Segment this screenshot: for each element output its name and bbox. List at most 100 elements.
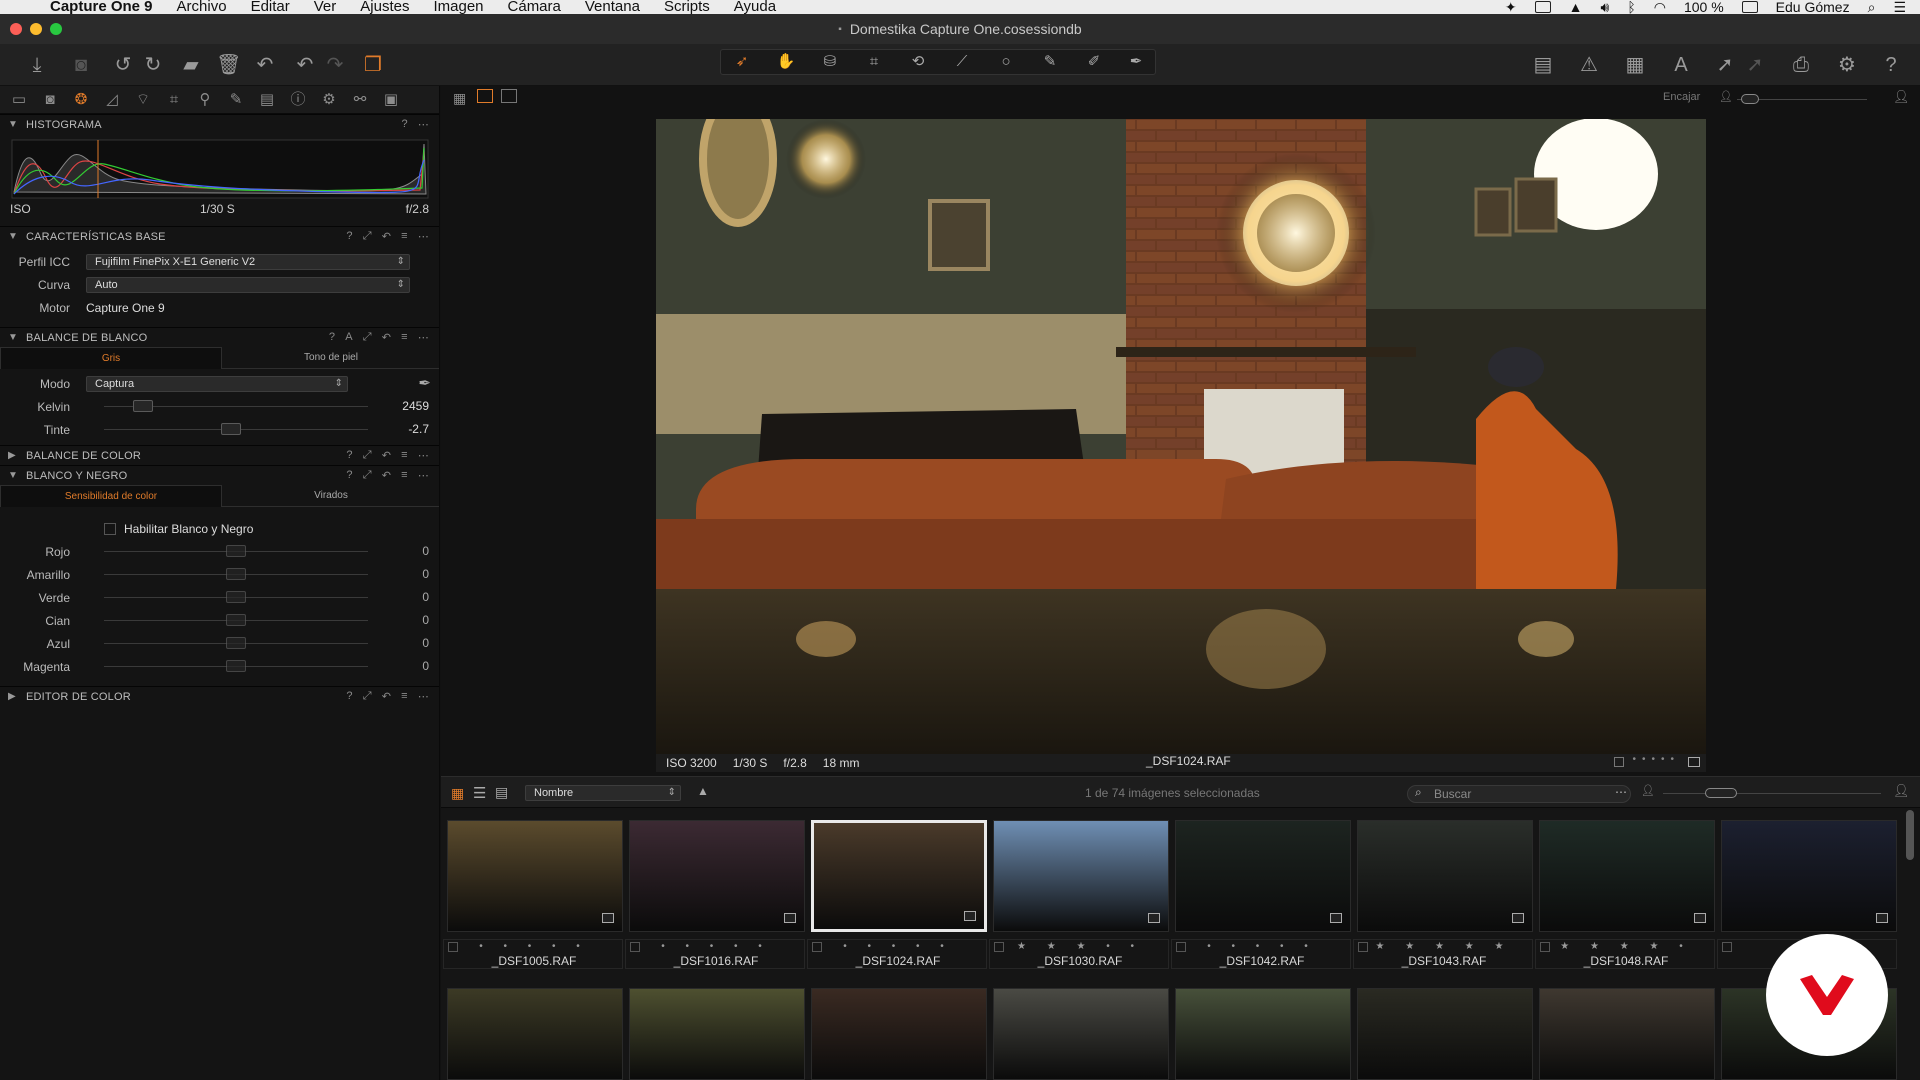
color-tab-icon[interactable]: ❂ xyxy=(72,91,90,109)
capture-tab-icon[interactable]: ◙ xyxy=(41,91,59,109)
help-icon[interactable]: ? xyxy=(346,690,352,703)
menu-editar[interactable]: Editar xyxy=(251,0,290,14)
thumbnail-image[interactable] xyxy=(1539,820,1715,932)
select-tool-icon[interactable]: ➶ xyxy=(731,53,753,71)
section-color-balance[interactable]: ▶ BALANCE DE COLOR ? ⤢ ↶ ≡ ⋯ xyxy=(0,445,439,465)
help-icon[interactable]: ? xyxy=(1880,54,1902,76)
menu-app[interactable]: Capture One 9 xyxy=(50,0,153,14)
grid-view-icon[interactable]: ▦ xyxy=(453,90,466,107)
tab-color-sensitivity[interactable]: Sensibilidad de color xyxy=(0,485,222,507)
zoom-tool-icon[interactable]: ⛁ xyxy=(819,53,841,71)
library-tab-icon[interactable]: ▭ xyxy=(10,91,28,109)
search-options-icon[interactable]: ⋯ xyxy=(1615,785,1627,799)
menu-ajustes[interactable]: Ajustes xyxy=(360,0,409,14)
auto-icon[interactable]: ⤢ xyxy=(363,230,372,243)
lens-tab-icon[interactable]: ⌔ xyxy=(134,91,152,109)
thumbnail-image[interactable] xyxy=(811,988,987,1080)
proof-view-icon[interactable] xyxy=(501,89,517,103)
menu-camara[interactable]: Cámara xyxy=(508,0,561,14)
thumbnail-rating[interactable]: • • • • • xyxy=(808,941,988,952)
search-input[interactable]: Buscar xyxy=(1407,785,1631,803)
bw-slider-handle[interactable] xyxy=(226,614,246,626)
thumbnail-image[interactable] xyxy=(629,988,805,1080)
kelvin-slider-handle[interactable] xyxy=(133,400,153,412)
grid-icon[interactable]: ▦ xyxy=(1624,54,1646,76)
bw-slider[interactable] xyxy=(104,614,368,626)
thumbnail-image[interactable] xyxy=(629,820,805,932)
settings-gear-icon[interactable]: ⚙ xyxy=(1836,54,1858,76)
spot-removal-icon[interactable]: ○ xyxy=(995,53,1017,71)
section-black-white[interactable]: ▼ BLANCO Y NEGRO ? ⤢ ↶ ≡ ⋯ xyxy=(0,465,439,485)
thumbnail-rating[interactable]: ★ ★ ★ • • xyxy=(990,941,1170,952)
bw-slider[interactable] xyxy=(104,568,368,580)
enable-bw-label[interactable]: Habilitar Blanco y Negro xyxy=(124,522,253,536)
quick-tab-icon[interactable]: ▣ xyxy=(382,91,400,109)
thumbnail-image[interactable] xyxy=(1721,820,1897,932)
zoom-window-button[interactable] xyxy=(50,23,62,35)
battery-icon[interactable] xyxy=(1741,1,1758,13)
batch-tab-icon[interactable]: ⚯ xyxy=(351,91,369,109)
trash-icon[interactable]: 🗑︎ xyxy=(216,54,241,76)
thumbnail-rating[interactable]: • • • • • xyxy=(444,941,624,952)
thumb-size-slider-handle[interactable] xyxy=(1705,788,1737,798)
bw-slider-value[interactable]: 0 xyxy=(389,567,429,582)
help-icon[interactable]: ? xyxy=(329,331,335,344)
browser-list-view-icon[interactable]: ☰ xyxy=(473,784,486,802)
thumbnail-rating[interactable]: • • • • • xyxy=(1172,941,1352,952)
icc-profile-select[interactable]: Fujifilm FinePix X-E1 Generic V2 xyxy=(86,253,410,270)
reset-icon[interactable]: ↶ xyxy=(382,230,391,243)
rotate-right-icon[interactable]: ↻ xyxy=(142,54,164,76)
thumbnail-rating[interactable]: ★ ★ ★ ★ • xyxy=(1536,941,1716,952)
move-to-folder-icon[interactable]: ▰ xyxy=(180,54,202,76)
bw-slider-handle[interactable] xyxy=(226,637,246,649)
thumbnail-image[interactable] xyxy=(1175,988,1351,1080)
sort-direction-icon[interactable]: ▲ xyxy=(697,784,709,798)
thumbnail-image[interactable] xyxy=(993,988,1169,1080)
apply-icon[interactable]: ➚ xyxy=(1744,54,1766,76)
thumbnail-image[interactable] xyxy=(447,820,623,932)
more-icon[interactable]: ⋯ xyxy=(418,230,429,243)
photo-rating-dots[interactable]: ••••• xyxy=(1632,754,1680,765)
close-window-button[interactable] xyxy=(10,23,22,35)
brush-tool-icon[interactable]: ✎ xyxy=(1039,53,1061,71)
bw-slider-handle[interactable] xyxy=(226,660,246,672)
thumbnail-image[interactable] xyxy=(811,820,987,932)
auto-icon[interactable]: ⤢ xyxy=(363,469,372,482)
reset-icon[interactable]: ↶ xyxy=(254,54,276,76)
compare-icon[interactable]: ▤ xyxy=(1532,54,1554,76)
thumbnail-image[interactable] xyxy=(993,820,1169,932)
thumb-size-slider[interactable] xyxy=(1663,788,1881,798)
thumbnail-image[interactable] xyxy=(1357,988,1533,1080)
bw-slider-handle[interactable] xyxy=(226,545,246,557)
browser-filmstrip-view-icon[interactable]: ▤ xyxy=(495,784,508,801)
sort-select[interactable]: Nombre xyxy=(525,785,681,801)
thumbnail-image[interactable] xyxy=(1175,820,1351,932)
local-adjustments-tab-icon[interactable]: ✎ xyxy=(227,91,245,109)
tab-split-tones[interactable]: Virados xyxy=(222,485,440,507)
menu-imagen[interactable]: Imagen xyxy=(433,0,483,14)
redo-icon[interactable]: ↷ xyxy=(324,54,346,76)
composition-tab-icon[interactable]: ⌗ xyxy=(165,91,183,109)
bw-slider-value[interactable]: 0 xyxy=(389,590,429,605)
single-view-icon[interactable] xyxy=(477,89,493,103)
fit-label[interactable]: Encajar xyxy=(1663,91,1700,103)
picker-tool-icon[interactable]: ✐ xyxy=(1083,53,1105,71)
section-color-editor[interactable]: ▶ EDITOR DE COLOR ? ⤢ ↶ ≡ ⋯ xyxy=(0,686,439,706)
curve-select[interactable]: Auto xyxy=(86,276,410,293)
rotate-tool-icon[interactable]: ⟲ xyxy=(907,53,929,71)
thumbnail-rating[interactable]: ★ ★ ★ ★ ★ xyxy=(1354,941,1534,952)
screen-icon[interactable] xyxy=(1534,1,1551,13)
thumbnail-image[interactable] xyxy=(447,988,623,1080)
exposure-warning-icon[interactable]: ⚠ xyxy=(1578,54,1600,76)
enable-bw-checkbox[interactable] xyxy=(104,522,116,535)
tab-gray[interactable]: Gris xyxy=(0,347,222,369)
presets-icon[interactable]: ≡ xyxy=(401,469,408,482)
text-overlay-icon[interactable]: A xyxy=(1670,54,1692,76)
presets-icon[interactable]: ≡ xyxy=(401,331,408,344)
main-photo[interactable] xyxy=(656,119,1706,754)
zoom-slider[interactable] xyxy=(1737,94,1867,104)
bw-slider-value[interactable]: 0 xyxy=(389,636,429,651)
camera-icon[interactable]: ◙ xyxy=(70,54,92,76)
copy-apply-icon[interactable]: ➚ xyxy=(1714,54,1736,76)
help-icon[interactable]: ? xyxy=(346,449,352,462)
